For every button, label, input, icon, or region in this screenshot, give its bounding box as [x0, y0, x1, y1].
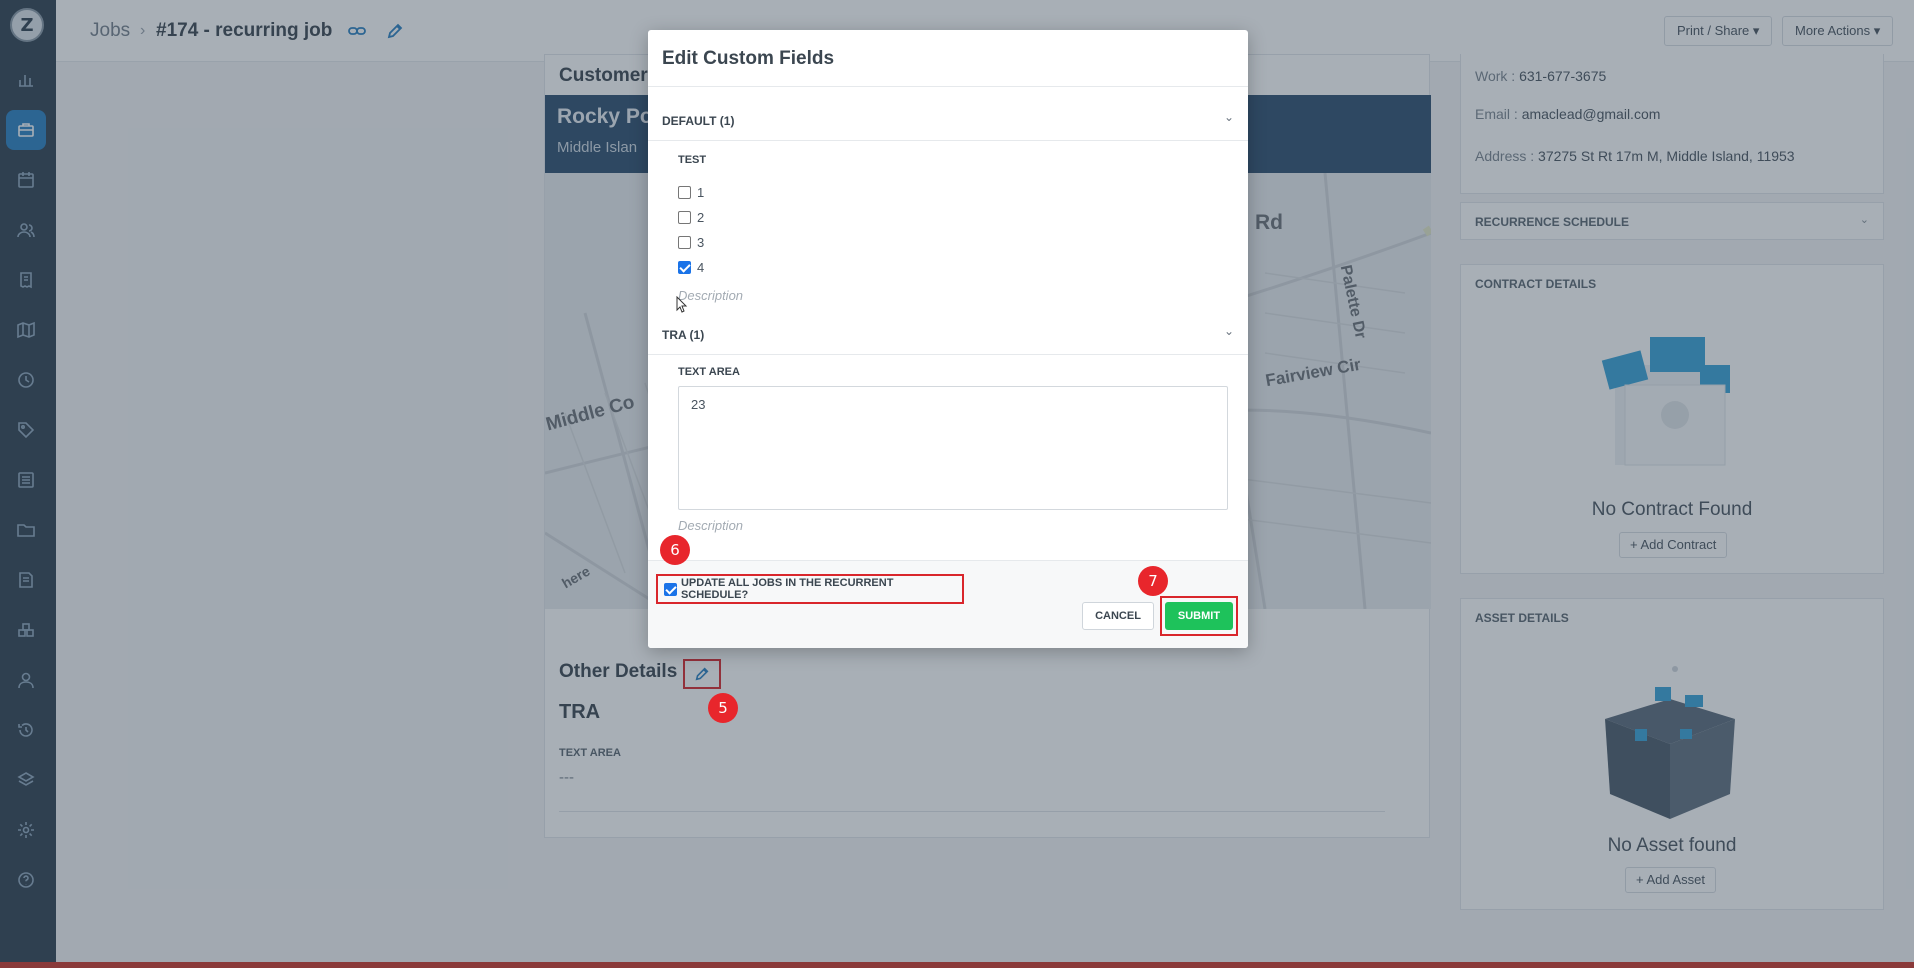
bottom-strip [0, 962, 1914, 968]
option-2[interactable]: 2 [678, 209, 704, 225]
option-3-label: 3 [697, 234, 705, 250]
update-all-jobs-checkbox[interactable] [664, 582, 677, 596]
option-2-label: 2 [697, 209, 705, 225]
text-area-input[interactable]: 23 [678, 386, 1228, 510]
text-area-field-label: TEXT AREA [678, 366, 740, 378]
checkbox-1[interactable] [678, 185, 691, 199]
test-field-label: TEST [678, 154, 707, 166]
chevron-down-icon[interactable]: ⌄ [1224, 110, 1234, 124]
checkbox-4[interactable] [678, 260, 691, 274]
submit-highlight: SUBMIT [1160, 596, 1238, 636]
group-default-title[interactable]: DEFAULT (1) [662, 114, 734, 128]
step-badge-5: 5 [708, 693, 738, 723]
step-badge-6: 6 [660, 535, 690, 565]
option-4-label: 4 [697, 259, 705, 275]
update-all-jobs-option[interactable]: UPDATE ALL JOBS IN THE RECURRENT SCHEDUL… [656, 574, 964, 604]
option-4[interactable]: 4 [678, 259, 704, 275]
checkbox-3[interactable] [678, 235, 691, 249]
group-tra-title[interactable]: TRA (1) [662, 328, 704, 342]
submit-button[interactable]: SUBMIT [1165, 602, 1233, 630]
option-3[interactable]: 3 [678, 234, 704, 250]
checkbox-2[interactable] [678, 210, 691, 224]
option-1[interactable]: 1 [678, 184, 704, 200]
modal-header-divider [648, 86, 1248, 87]
group-divider [648, 354, 1248, 355]
group-divider [648, 140, 1248, 141]
update-all-jobs-label: UPDATE ALL JOBS IN THE RECURRENT SCHEDUL… [680, 577, 894, 601]
chevron-down-icon[interactable]: ⌄ [1224, 324, 1234, 338]
text-area-description[interactable]: Description [678, 518, 743, 533]
cancel-button[interactable]: CANCEL [1082, 602, 1154, 630]
edit-custom-fields-modal: Edit Custom Fields DEFAULT (1) ⌄ TEST 1 … [648, 30, 1248, 648]
modal-title: Edit Custom Fields [662, 48, 835, 69]
mouse-cursor-icon [676, 296, 688, 313]
option-1-label: 1 [697, 184, 705, 200]
step-badge-7: 7 [1138, 566, 1168, 596]
